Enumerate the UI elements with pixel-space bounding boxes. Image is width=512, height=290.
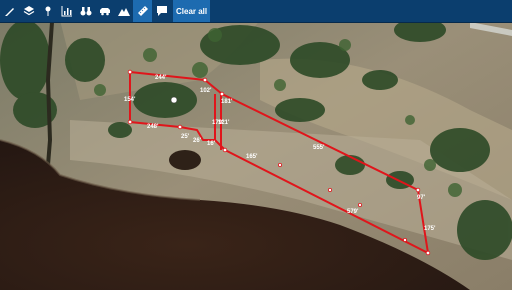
measurement-label: 579' — [347, 209, 359, 215]
map-toolbar: Clear all — [0, 0, 512, 23]
measurement-label: 175' — [424, 226, 436, 232]
measurement-label: 154' — [124, 97, 136, 103]
measurement-label: 26' — [193, 138, 202, 144]
satellite-map[interactable]: 244' 154' 248' 25' 102' 181' 179' 121' 2… — [0, 0, 512, 290]
draw-line-icon[interactable] — [0, 0, 19, 22]
car-icon[interactable] — [95, 0, 114, 22]
measurement-label: 244' — [155, 75, 167, 81]
measurement-label: 25' — [181, 134, 190, 140]
measurement-label: 555' — [313, 145, 325, 151]
chart-icon[interactable] — [57, 0, 76, 22]
measurement-label: 181' — [221, 99, 233, 105]
pond — [169, 150, 201, 170]
measurement-label: 97' — [417, 195, 426, 201]
layers-icon[interactable] — [19, 0, 38, 22]
measurement-label: 102' — [200, 88, 212, 94]
measurement-label: 248' — [147, 124, 159, 130]
terrain-icon[interactable] — [114, 0, 133, 22]
measurement-label: 16' — [207, 141, 216, 147]
location-marker-icon[interactable] — [170, 96, 178, 104]
binoculars-icon[interactable] — [76, 0, 95, 22]
clear-all-button[interactable]: Clear all — [173, 0, 211, 22]
measurement-label: 121' — [218, 120, 230, 126]
comment-icon[interactable] — [152, 0, 171, 22]
measurement-label: 165' — [246, 154, 258, 160]
place-pin-icon[interactable] — [38, 0, 57, 22]
ruler-icon[interactable] — [133, 0, 152, 22]
